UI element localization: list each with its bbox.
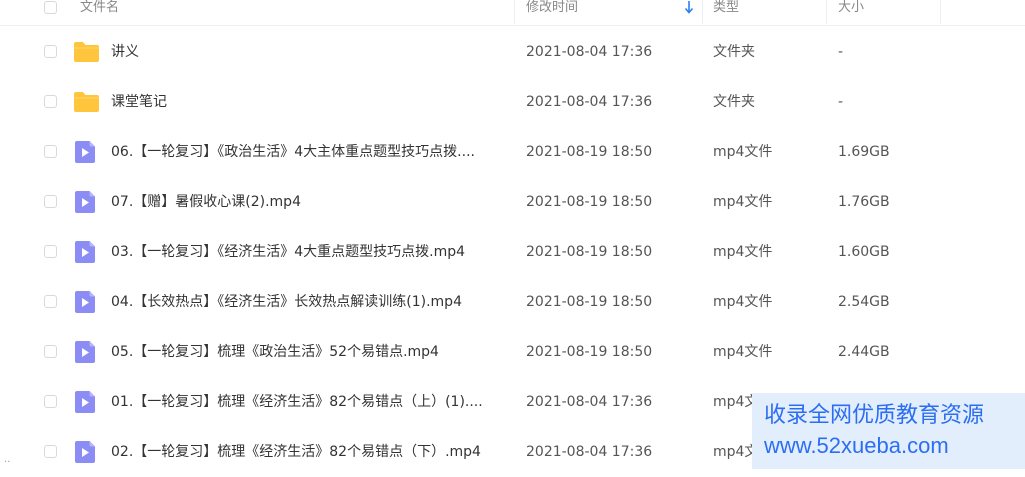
video-file-icon bbox=[73, 141, 100, 163]
column-divider[interactable] bbox=[702, 0, 703, 24]
file-row[interactable]: 06.【一轮复习】《政治生活》4大主体重点题型技巧点拨.... 2021-08-1… bbox=[0, 127, 1025, 177]
file-size: - bbox=[838, 94, 844, 110]
column-divider[interactable] bbox=[826, 0, 827, 24]
file-size: 2.44GB bbox=[838, 344, 890, 360]
row-checkbox[interactable] bbox=[44, 95, 57, 108]
file-size: 1.76GB bbox=[838, 194, 890, 210]
file-row[interactable]: 05.【一轮复习】梳理《政治生活》52个易错点.mp4 2021-08-19 18… bbox=[0, 327, 1025, 377]
file-name[interactable]: 04.【长效热点】《经济生活》长效热点解读训练(1).mp4 bbox=[111, 277, 506, 327]
file-name[interactable]: 课堂笔记 bbox=[111, 77, 506, 127]
file-size: 2.54GB bbox=[838, 294, 890, 310]
file-name[interactable]: 06.【一轮复习】《政治生活》4大主体重点题型技巧点拨.... bbox=[111, 127, 506, 177]
row-checkbox[interactable] bbox=[44, 145, 57, 158]
folder-icon bbox=[73, 91, 100, 113]
row-checkbox[interactable] bbox=[44, 445, 57, 458]
video-file-icon bbox=[73, 291, 100, 313]
file-modified: 2021-08-04 17:36 bbox=[526, 44, 653, 60]
file-name[interactable]: 讲义 bbox=[111, 27, 506, 77]
video-file-icon bbox=[73, 441, 100, 463]
file-modified: 2021-08-19 18:50 bbox=[526, 244, 653, 260]
file-row[interactable]: 07.【赠】暑假收心课(2).mp4 2021-08-19 18:50 mp4文件 1… bbox=[0, 177, 1025, 227]
file-name[interactable]: 03.【一轮复习】《经济生活》4大重点题型技巧点拨.mp4 bbox=[111, 227, 506, 277]
file-row[interactable]: 04.【长效热点】《经济生活》长效热点解读训练(1).mp4 2021-08-19… bbox=[0, 277, 1025, 327]
file-modified: 2021-08-19 18:50 bbox=[526, 344, 653, 360]
column-header-size[interactable]: 大小 bbox=[838, 0, 864, 24]
file-name[interactable]: 02.【一轮复习】梳理《经济生活》82个易错点（下）.mp4 bbox=[111, 427, 506, 477]
row-checkbox[interactable] bbox=[44, 245, 57, 258]
column-divider[interactable] bbox=[514, 0, 515, 24]
file-type: mp4文件 bbox=[713, 194, 773, 210]
folder-icon bbox=[73, 41, 100, 63]
file-type: mp4文件 bbox=[713, 294, 773, 310]
file-name[interactable]: 01.【一轮复习】梳理《经济生活》82个易错点（上）(1).... bbox=[111, 377, 506, 427]
file-type: 文件夹 bbox=[713, 44, 755, 60]
file-list-header: 文件名 修改时间 类型 大小 bbox=[0, 0, 1025, 26]
column-header-modified[interactable]: 修改时间 bbox=[526, 0, 578, 24]
file-modified: 2021-08-19 18:50 bbox=[526, 294, 653, 310]
file-row[interactable]: 讲义 2021-08-04 17:36 文件夹 - bbox=[0, 27, 1025, 77]
file-name[interactable]: 05.【一轮复习】梳理《政治生活》52个易错点.mp4 bbox=[111, 327, 506, 377]
row-checkbox[interactable] bbox=[44, 45, 57, 58]
watermark-banner: 收录全网优质教育资源 www.52xueba.com bbox=[752, 393, 1025, 469]
row-checkbox[interactable] bbox=[44, 395, 57, 408]
column-divider[interactable] bbox=[940, 0, 941, 24]
file-name[interactable]: 07.【赠】暑假收心课(2).mp4 bbox=[111, 177, 506, 227]
row-checkbox[interactable] bbox=[44, 345, 57, 358]
file-size: 1.69GB bbox=[838, 144, 890, 160]
file-type: mp4文件 bbox=[713, 344, 773, 360]
file-row[interactable]: 03.【一轮复习】《经济生活》4大重点题型技巧点拨.mp4 2021-08-19 … bbox=[0, 227, 1025, 277]
file-row[interactable]: 课堂笔记 2021-08-04 17:36 文件夹 - bbox=[0, 77, 1025, 127]
file-modified: 2021-08-19 18:50 bbox=[526, 144, 653, 160]
column-header-name[interactable]: 文件名 bbox=[80, 0, 119, 24]
file-type: mp4文件 bbox=[713, 244, 773, 260]
file-type: 文件夹 bbox=[713, 94, 755, 110]
video-file-icon bbox=[73, 341, 100, 363]
file-type: mp4文件 bbox=[713, 144, 773, 160]
file-modified: 2021-08-04 17:36 bbox=[526, 444, 653, 460]
row-checkbox[interactable] bbox=[44, 195, 57, 208]
file-modified: 2021-08-04 17:36 bbox=[526, 394, 653, 410]
edge-mark: .. bbox=[4, 454, 11, 465]
file-size: - bbox=[838, 44, 844, 60]
file-modified: 2021-08-04 17:36 bbox=[526, 94, 653, 110]
video-file-icon bbox=[73, 391, 100, 413]
watermark-slogan: 收录全网优质教育资源 bbox=[764, 403, 985, 428]
sort-descending-icon[interactable] bbox=[683, 0, 695, 16]
row-checkbox[interactable] bbox=[44, 295, 57, 308]
video-file-icon bbox=[73, 241, 100, 263]
watermark-url: www.52xueba.com bbox=[764, 433, 949, 458]
video-file-icon bbox=[73, 191, 100, 213]
column-header-type[interactable]: 类型 bbox=[713, 0, 739, 24]
file-size: 1.60GB bbox=[838, 244, 890, 260]
file-modified: 2021-08-19 18:50 bbox=[526, 194, 653, 210]
select-all-checkbox[interactable] bbox=[44, 1, 57, 14]
